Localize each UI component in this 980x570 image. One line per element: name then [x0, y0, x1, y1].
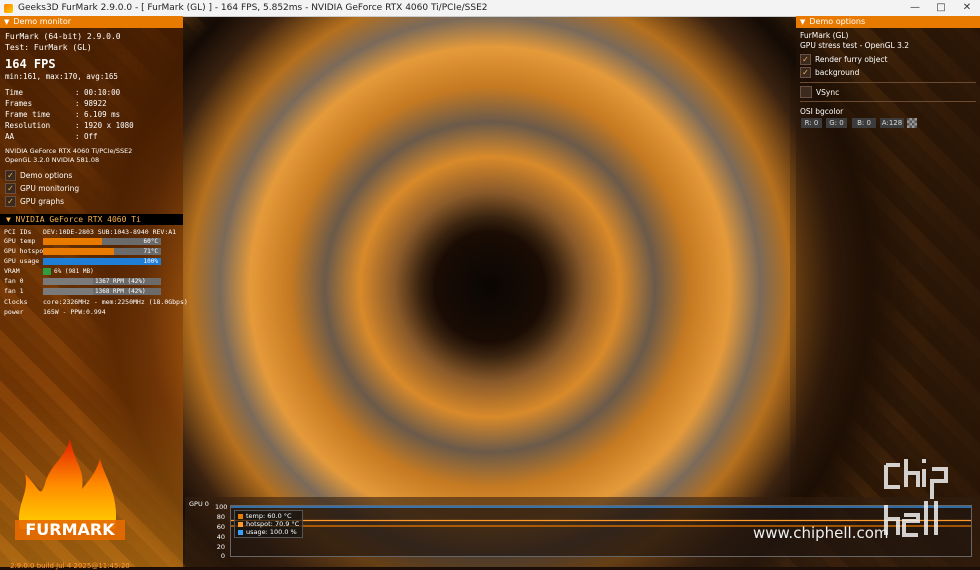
stat-resolution: Resolution: 1920 x 1080 — [5, 121, 134, 130]
legend-temp: temp: 60.0 °C — [238, 512, 299, 520]
test-name: Test: FurMark (GL) — [5, 43, 92, 52]
bar-fill — [43, 247, 114, 255]
y-tick: 40 — [216, 533, 225, 541]
y-tick: 0 — [220, 552, 225, 560]
app-version: FurMark (64-bit) 2.9.0.0 — [5, 32, 121, 41]
demo-options-checkbox[interactable]: ✓ Demo options — [5, 170, 72, 181]
gpu-clocks: Clocks core:2326MHz - mem:2250MHz (18.0Gb… — [4, 298, 188, 306]
bar-fill — [43, 287, 93, 295]
bgcolor-g-field[interactable]: G: 0 — [826, 118, 847, 128]
gpu-pci-ids: PCI IDs DEV:10DE-2803 SUB:1043-8940 REV:A… — [4, 228, 177, 236]
gpu-usage-bar: 100% — [43, 257, 161, 265]
fps-minmax: min:161, max:170, avg:165 — [5, 72, 118, 81]
minimize-button[interactable]: — — [902, 0, 928, 16]
fan1-row: fan 1 1368 RPM (42%) — [4, 287, 161, 295]
demo-description: GPU stress test - OpenGL 3.2 — [800, 41, 909, 50]
osi-bgcolor-label: OSI bgcolor — [800, 107, 844, 116]
graph-legend: temp: 60.0 °C hotspot: 70.9 °C usage: 10… — [234, 510, 304, 538]
collapse-triangle-icon: ▼ — [800, 18, 806, 26]
bar-fill — [43, 277, 93, 285]
gpu-usage-row: GPU usage 100% — [4, 257, 161, 265]
renderer-string: NVIDIA GeForce RTX 4060 Ti/PCIe/SSE2 — [5, 147, 133, 155]
collapse-triangle-icon: ▼ — [4, 18, 10, 26]
gpu-temp-bar: 60°C — [43, 237, 161, 245]
gpu-monitor-header[interactable]: ▼ NVIDIA GeForce RTX 4060 Ti — [0, 214, 183, 225]
demo-monitor-panel: ▼ Demo monitor FurMark (64-bit) 2.9.0.0 … — [0, 16, 188, 570]
build-info: 2.9.0.0 build Jul 4 2025@11:45:20 — [10, 562, 130, 570]
checkmark-icon: ✓ — [800, 54, 811, 65]
chiphell-logo-icon — [884, 459, 948, 537]
checkmark-icon: ✓ — [5, 196, 16, 207]
legend-usage: usage: 100.0 % — [238, 528, 299, 536]
svg-text:FURMARK: FURMARK — [25, 520, 115, 539]
demo-monitor-title: Demo monitor — [13, 17, 72, 26]
opengl-string: OpenGL 3.2.0 NVIDIA 581.08 — [5, 156, 100, 164]
stat-aa: AA: Off — [5, 132, 98, 141]
bgcolor-a-field[interactable]: A:128 — [880, 118, 904, 128]
fan0-bar: 1367 RPM (42%) — [43, 277, 161, 285]
window-titlebar[interactable]: Geeks3D FurMark 2.9.0.0 - [ FurMark (GL)… — [0, 0, 980, 17]
bar-fill — [43, 237, 102, 245]
vram-row: VRAM 6% (981 MB) — [4, 267, 161, 275]
checkmark-icon: ✓ — [800, 67, 811, 78]
graph-gpu-label: GPU 0 — [189, 500, 209, 508]
stat-frame-time: Frame time: 6.109 ms — [5, 110, 121, 119]
legend-swatch — [238, 529, 243, 535]
checkmark-icon: ✓ — [5, 183, 16, 194]
checkmark-icon: ✓ — [5, 170, 16, 181]
gpu-power: power 165W - PPW:0.994 — [4, 308, 106, 316]
furmark-app-icon — [4, 3, 13, 13]
chiphell-watermark-text: www.chiphell.com — [753, 524, 889, 542]
render-furry-object-checkbox[interactable]: ✓ Render furry object — [800, 54, 887, 65]
vsync-checkbox[interactable]: VSync — [800, 86, 839, 98]
demo-monitor-header[interactable]: ▼ Demo monitor — [0, 16, 183, 28]
demo-options-header[interactable]: ▼ Demo options — [796, 16, 980, 28]
fan1-bar: 1368 RPM (42%) — [43, 287, 161, 295]
gpu-monitoring-checkbox[interactable]: ✓ GPU monitoring — [5, 183, 79, 194]
fan0-row: fan 0 1367 RPM (42%) — [4, 277, 161, 285]
gpu-hotspot-row: GPU hotspot 71°C — [4, 247, 161, 255]
legend-swatch — [238, 513, 243, 519]
gpu-temp-row: GPU temp 60°C — [4, 237, 161, 245]
maximize-button[interactable]: □ — [928, 0, 954, 16]
furmark-flame-logo-icon: FURMARK — [15, 439, 125, 540]
bar-fill — [43, 267, 51, 275]
divider — [800, 82, 976, 83]
background-checkbox[interactable]: ✓ background — [800, 67, 859, 78]
window-title: Geeks3D FurMark 2.9.0.0 - [ FurMark (GL)… — [18, 3, 488, 13]
y-tick: 20 — [216, 543, 225, 551]
gpu-hotspot-bar: 71°C — [43, 247, 161, 255]
legend-swatch — [238, 521, 243, 527]
stat-time: Time: 00:10:00 — [5, 88, 121, 97]
bgcolor-b-field[interactable]: B: 0 — [852, 118, 876, 128]
empty-checkbox-icon — [800, 86, 812, 98]
legend-hotspot: hotspot: 70.9 °C — [238, 520, 299, 528]
close-button[interactable]: ✕ — [954, 0, 980, 16]
demo-name: FurMark (GL) — [800, 31, 849, 40]
vram-bar: 6% (981 MB) — [43, 267, 161, 275]
bgcolor-r-field[interactable]: R: 0 — [801, 118, 822, 128]
demo-options-title: Demo options — [809, 17, 866, 26]
y-tick: 80 — [216, 513, 225, 521]
gpu-graphs-checkbox[interactable]: ✓ GPU graphs — [5, 196, 64, 207]
divider — [800, 101, 976, 102]
stat-frames: Frames: 98922 — [5, 99, 107, 108]
y-tick: 60 — [216, 523, 225, 531]
fps-readout: 164 FPS — [5, 57, 56, 71]
y-tick: 100 — [215, 503, 228, 511]
color-preview-swatch[interactable] — [907, 118, 917, 128]
